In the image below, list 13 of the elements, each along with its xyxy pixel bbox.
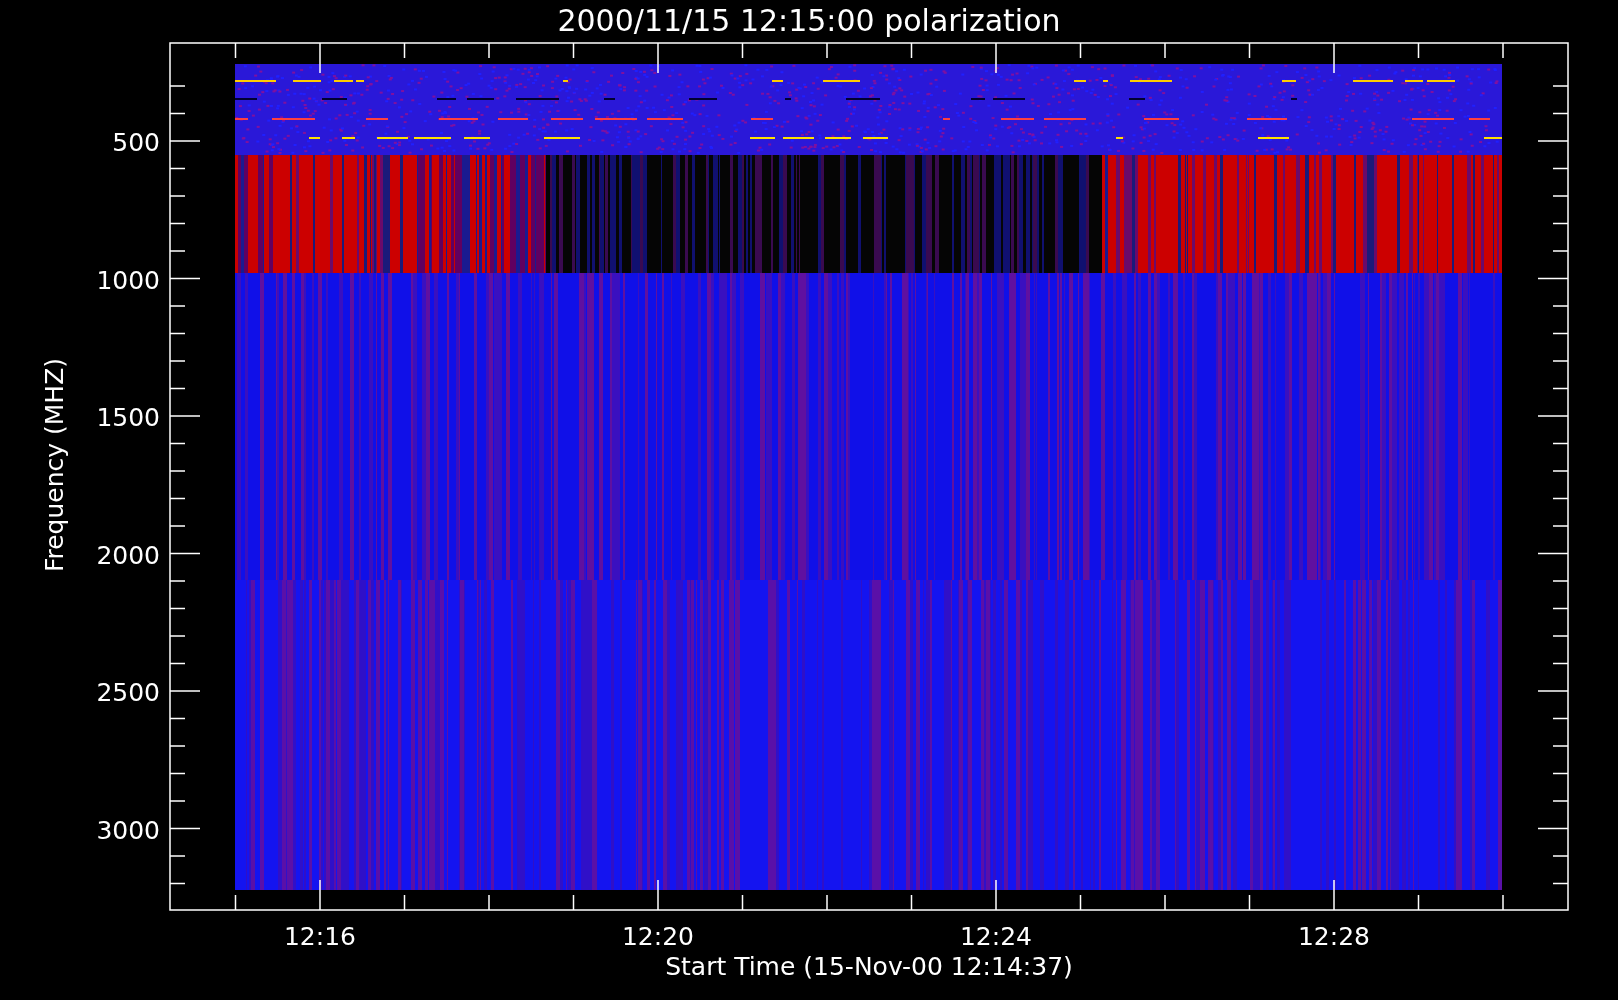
y-tick-label: 1000: [96, 265, 160, 295]
y-tick-label: 2500: [96, 678, 160, 707]
x-tick-label: 12:16: [284, 922, 356, 951]
y-tick-label: 1500: [96, 403, 160, 432]
x-axis-label: Start Time (15-Nov-00 12:14:37): [665, 952, 1073, 981]
y-axis-label: Frequency (MHZ): [40, 357, 69, 573]
y-tick-label: 2000: [96, 540, 160, 570]
x-tick-label: 12:24: [960, 922, 1032, 951]
plot-title: 2000/11/15 12:15:00 polarization: [557, 3, 1061, 38]
y-tick-label: 3000: [96, 815, 160, 845]
y-tick-label: 500: [112, 128, 160, 157]
x-tick-label: 12:28: [1298, 922, 1370, 951]
x-tick-label: 12:20: [622, 922, 694, 951]
